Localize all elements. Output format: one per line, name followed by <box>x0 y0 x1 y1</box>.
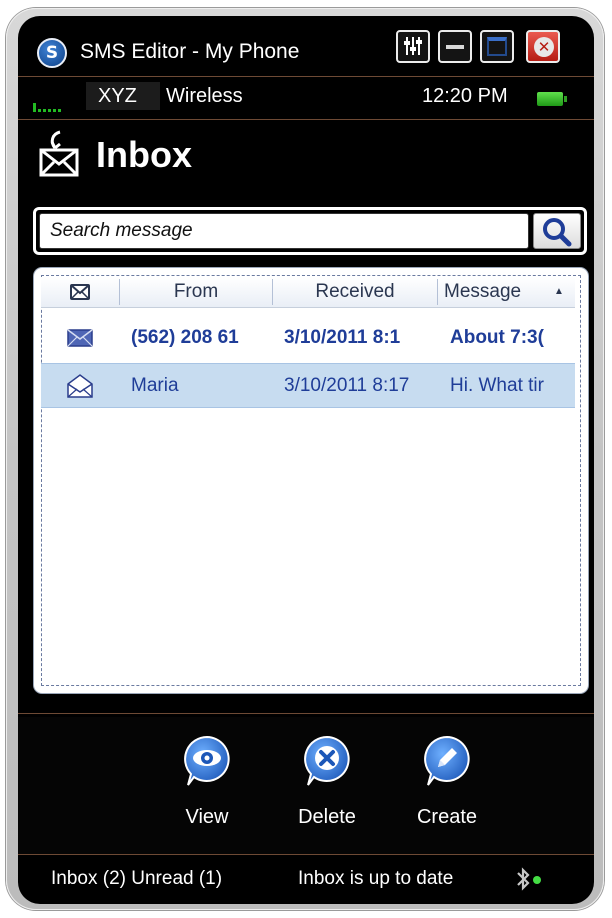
column-header-received[interactable]: Received <box>273 277 437 307</box>
sync-status: Inbox is up to date <box>298 868 454 889</box>
envelope-icon <box>70 284 90 300</box>
row-received: 3/10/2011 8:1 <box>284 327 401 348</box>
create-label[interactable]: Create <box>397 806 497 829</box>
close-button[interactable]: ✕ <box>526 30 560 63</box>
minimize-button[interactable] <box>438 30 472 63</box>
divider <box>18 713 594 714</box>
divider <box>18 854 594 855</box>
row-received: 3/10/2011 8:17 <box>284 375 410 396</box>
bluetooth-icon <box>512 866 546 892</box>
signal-strength-icon <box>33 98 69 112</box>
row-from: (562) 208 61 <box>131 327 239 348</box>
table-row[interactable]: Maria 3/10/2011 8:17 Hi. What tir <box>41 363 575 408</box>
table-row[interactable]: (562) 208 61 3/10/2011 8:1 About 7:3( <box>41 315 575 360</box>
open-envelope-icon <box>41 363 119 408</box>
search-input[interactable] <box>39 213 529 249</box>
divider <box>18 119 594 120</box>
row-message: About 7:3( <box>450 327 544 348</box>
settings-button[interactable] <box>396 30 430 63</box>
closed-envelope-icon <box>41 315 119 360</box>
row-from: Maria <box>131 375 179 396</box>
status-bar: XYZ Wireless 12:20 PM <box>18 78 594 118</box>
minimize-icon <box>446 45 464 49</box>
delete-icon <box>304 735 350 786</box>
pencil-icon <box>424 735 470 786</box>
settings-icon <box>398 33 428 64</box>
clock: 12:20 PM <box>422 85 508 107</box>
maximize-button[interactable] <box>480 30 514 63</box>
search-button[interactable] <box>533 213 581 249</box>
view-button[interactable] <box>182 734 232 788</box>
view-label[interactable]: View <box>157 806 257 829</box>
page-title: Inbox <box>96 134 192 175</box>
app-logo-icon: S <box>37 38 67 68</box>
window-title: SMS Editor - My Phone <box>80 40 300 63</box>
phone-screen: S SMS Editor - My Phone ✕ XYZ Wireless 1… <box>18 16 594 904</box>
delete-button[interactable] <box>302 734 352 788</box>
battery-icon <box>537 92 567 106</box>
inbox-counts: Inbox (2) Unread (1) <box>51 868 223 889</box>
search-bar <box>33 207 587 255</box>
carrier-suffix: Wireless <box>166 85 243 107</box>
row-message: Hi. What tir <box>450 375 544 396</box>
search-icon <box>543 218 572 247</box>
carrier-name: XYZ <box>98 85 137 107</box>
eye-icon <box>184 735 230 786</box>
column-header-message[interactable]: Message <box>438 277 550 307</box>
sort-ascending-icon: ▲ <box>554 286 564 297</box>
list-header: From Received Message ▲ <box>41 277 575 308</box>
column-header-icon[interactable] <box>41 277 119 307</box>
maximize-icon <box>487 37 507 56</box>
create-button[interactable] <box>422 734 472 788</box>
column-header-from[interactable]: From <box>120 277 272 307</box>
delete-label[interactable]: Delete <box>277 806 377 829</box>
close-icon: ✕ <box>534 37 554 57</box>
divider <box>18 76 594 77</box>
title-bar: S SMS Editor - My Phone ✕ <box>18 16 594 76</box>
message-list: From Received Message ▲ (562) 208 61 3/1… <box>34 268 588 693</box>
inbox-envelope-icon <box>38 128 82 178</box>
